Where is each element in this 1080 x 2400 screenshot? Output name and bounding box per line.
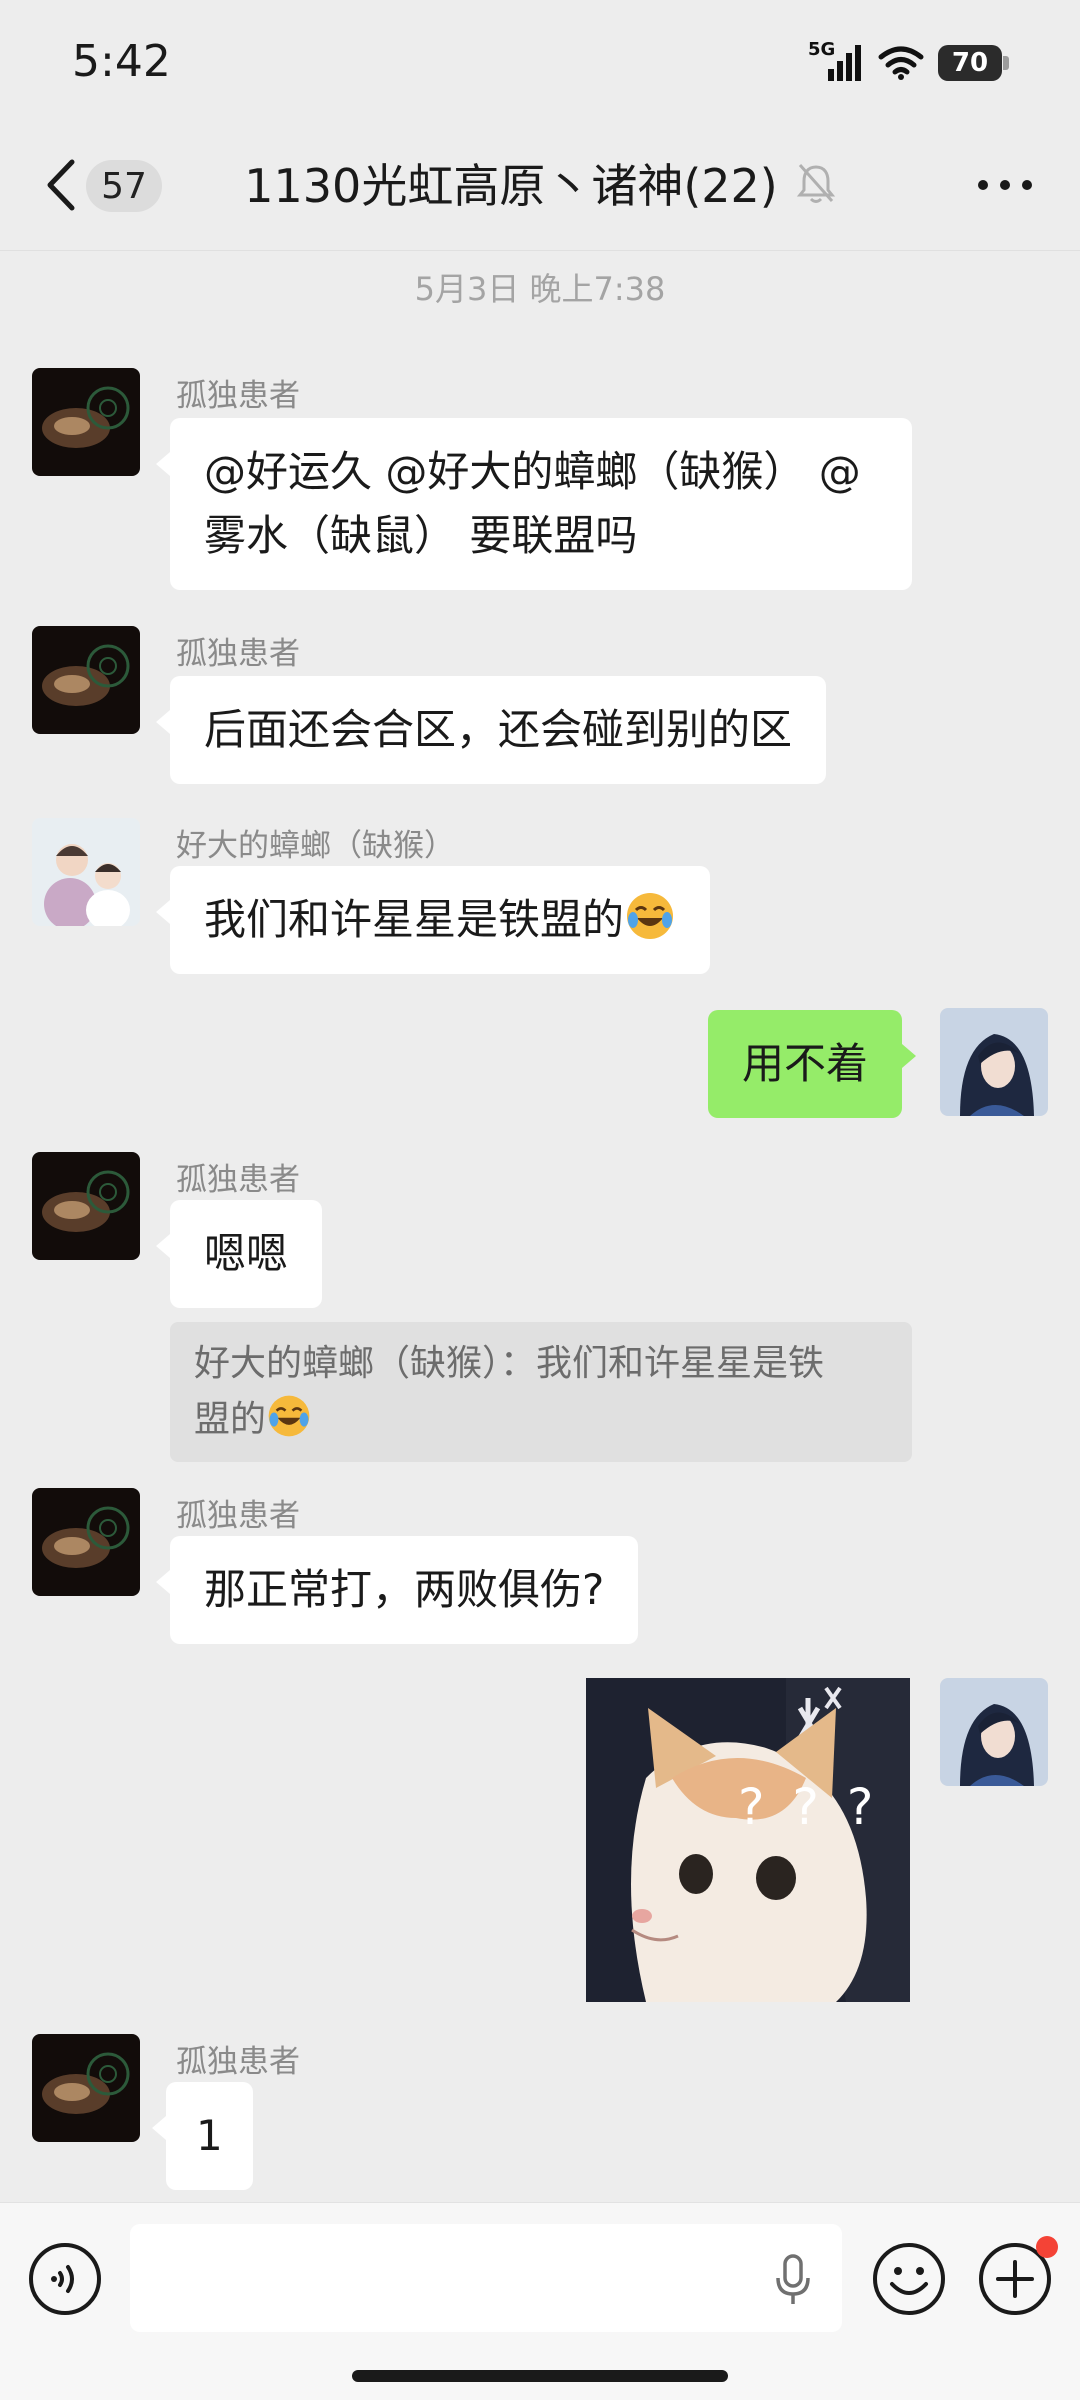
signal-icon: 5G [808,41,864,85]
more-dots-icon[interactable] [970,160,1040,210]
quote-text-line: 好大的蟑螂（缺猴）：我们和许星星是铁 [194,1343,825,1384]
avatar-cockroach[interactable] [32,818,140,926]
unread-count-badge[interactable]: 57 [86,160,162,212]
avatar-lonely[interactable] [32,1152,140,1260]
message-bubble[interactable]: @好运久 @好大的蟑螂（缺猴） @ 雾水（缺鼠） 要联盟吗 [156,418,912,590]
sticker-question-marks: ? ? ? [738,1778,880,1836]
message-text: 用不着 [742,1039,869,1088]
sender-name: 孤独患者 [176,636,300,672]
chat-title: 1130光虹高原丶诸神(22) [244,159,778,213]
message-bubble[interactable]: 我们和许星星是铁盟的 [155,866,711,974]
sender-name: 好大的蟑螂（缺猴） [176,828,455,864]
message-text-line: 雾水（缺鼠） 要联盟吗 [204,511,638,560]
message-bubble[interactable]: 1 [152,2082,253,2190]
avatar-lonely[interactable] [32,1488,140,1596]
confused-cat-sticker[interactable]: ? ? ? [586,1678,910,2002]
message-input[interactable] [130,2224,842,2332]
mute-bell-icon [796,164,835,203]
microphone-icon[interactable] [770,2252,816,2308]
laughing-crying-emoji [627,893,674,939]
message-timestamp: 5月3日 晚上7:38 [414,270,666,308]
my-avatar[interactable] [940,1678,1048,1786]
message-text: 嗯嗯 [204,1229,289,1278]
message-bubble[interactable]: 后面还会合区，还会碰到别的区 [155,676,827,784]
avatar-lonely[interactable] [32,368,140,476]
voice-icon[interactable] [26,2240,104,2318]
avatar-lonely[interactable] [32,2034,140,2142]
message-text: 后面还会合区，还会碰到别的区 [204,705,793,754]
my-avatar[interactable] [940,1008,1048,1116]
status-time: 5:42 [72,36,171,87]
chat-screen: 5:42 5G 70 57 1130光虹高原丶诸神(22) 5月3日 晚上7:3… [0,0,1080,2400]
message-text: 1 [196,2111,223,2160]
status-icons: 5G 70 [808,36,1009,90]
sender-name: 孤独患者 [176,1162,300,1198]
header-divider [0,250,1080,251]
battery-icon: 70 [938,45,1009,81]
my-message-bubble[interactable]: 用不着 [708,1010,917,1118]
sender-name: 孤独患者 [176,2044,300,2080]
home-indicator[interactable] [352,2370,728,2382]
header-title-area: 1130光虹高原丶诸神(22) [180,150,900,216]
sender-name: 孤独患者 [176,1498,300,1534]
avatar-lonely[interactable] [32,626,140,734]
quote-text-line: 盟的 [194,1399,267,1440]
wifi-icon [878,46,924,80]
notification-dot [1036,2236,1058,2258]
message-text-line: @好运久 @好大的蟑螂（缺猴） @ [204,447,861,496]
emoji-face-icon[interactable] [870,2240,948,2318]
message-bubble[interactable]: 嗯嗯 [155,1200,323,1308]
sender-name: 孤独患者 [176,378,300,414]
message-bubble[interactable]: 那正常打，两败俱伤? [155,1536,639,1644]
laughing-crying-emoji [268,1395,310,1437]
quoted-message[interactable]: 好大的蟑螂（缺猴）：我们和许星星是铁 盟的 [170,1322,912,1462]
message-text: 我们和许星星是铁盟的 [204,895,625,944]
message-text: 那正常打，两败俱伤? [204,1565,605,1614]
